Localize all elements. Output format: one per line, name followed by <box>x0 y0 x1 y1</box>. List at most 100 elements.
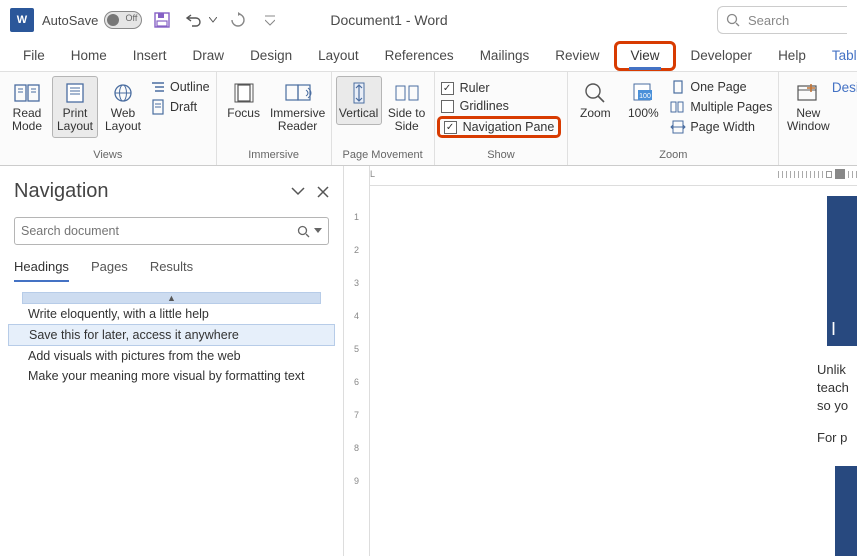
new-window-button[interactable]: New Window <box>783 76 833 138</box>
nav-heading-item[interactable]: Write eloquently, with a little help <box>8 304 335 324</box>
tab-references[interactable]: References <box>372 40 467 72</box>
toggle-knob <box>107 14 119 26</box>
focus-icon <box>230 81 258 105</box>
tab-view[interactable]: View <box>614 41 675 71</box>
ribbon-tabs: File Home Insert Draw Design Layout Refe… <box>0 40 857 72</box>
group-page-movement: Vertical Side to Side Page Movement <box>332 72 435 165</box>
undo-icon[interactable] <box>182 8 206 32</box>
nav-heading-item[interactable]: Add visuals with pictures from the web <box>8 346 335 366</box>
tab-mailings[interactable]: Mailings <box>467 40 543 72</box>
tab-insert[interactable]: Insert <box>120 40 180 72</box>
vertical-icon <box>345 81 373 105</box>
one-page-icon <box>670 79 686 95</box>
group-zoom: Zoom 100 100% One Page Multiple Pages Pa… <box>568 72 779 165</box>
tab-home[interactable]: Home <box>58 40 120 72</box>
web-layout-button[interactable]: Web Layout <box>100 76 146 138</box>
page-width-button[interactable]: Page Width <box>670 118 772 136</box>
draft-button[interactable]: Draft <box>150 98 210 116</box>
side-to-side-icon <box>393 81 421 105</box>
word-app-icon: W <box>10 8 34 32</box>
autosave-toggle[interactable]: AutoSave Off <box>42 11 142 29</box>
navigation-pane-checkbox[interactable]: ✓ Navigation Pane <box>437 116 562 138</box>
zoom-icon <box>581 81 609 105</box>
horizontal-ruler[interactable]: L <box>370 166 857 186</box>
zoom-100-button[interactable]: 100 100% <box>620 76 666 125</box>
group-window: New Window <box>779 72 837 165</box>
navigation-title: Navigation <box>14 180 109 203</box>
tab-file[interactable]: File <box>10 40 58 72</box>
indent-marker-icon[interactable] <box>826 171 832 178</box>
page-movement-group-label: Page Movement <box>336 147 430 163</box>
tab-developer[interactable]: Developer <box>678 40 766 72</box>
gridlines-checkbox[interactable]: Gridlines <box>441 98 562 114</box>
draft-icon <box>150 99 166 115</box>
new-window-icon <box>794 81 822 105</box>
outline-button[interactable]: Outline <box>150 78 210 96</box>
nav-heading-item[interactable]: Save this for later, access it anywhere <box>8 324 335 346</box>
immersive-reader-button[interactable]: Immersive Reader <box>269 76 327 138</box>
document-title: Document1 - Word <box>330 12 447 28</box>
tab-review[interactable]: Review <box>542 40 612 72</box>
group-immersive: Focus Immersive Reader Immersive <box>217 72 332 165</box>
nav-tabs: Headings Pages Results <box>14 259 329 282</box>
side-to-side-button[interactable]: Side to Side <box>384 76 430 138</box>
search-placeholder: Search <box>748 13 789 28</box>
page-width-icon <box>670 119 686 135</box>
focus-button[interactable]: Focus <box>221 76 267 125</box>
print-layout-button[interactable]: Print Layout <box>52 76 98 138</box>
margin-slider-icon[interactable] <box>835 169 845 179</box>
save-icon[interactable] <box>150 8 174 32</box>
multiple-pages-icon <box>670 99 686 115</box>
outline-icon <box>150 79 166 95</box>
tab-stop-indicator[interactable]: L <box>370 169 375 179</box>
svg-text:100: 100 <box>640 93 652 100</box>
read-mode-button[interactable]: Read Mode <box>4 76 50 138</box>
search-icon <box>726 13 740 27</box>
tab-design[interactable]: Design <box>237 40 305 72</box>
search-icon[interactable] <box>297 225 310 238</box>
nav-tab-pages[interactable]: Pages <box>91 259 128 282</box>
ruler-checkbox[interactable]: ✓ Ruler <box>441 80 562 96</box>
zoom-button[interactable]: Zoom <box>572 76 618 125</box>
web-layout-icon <box>109 81 137 105</box>
one-page-button[interactable]: One Page <box>670 78 772 96</box>
document-page[interactable]: I Unlik teach so yo For p <box>370 186 857 556</box>
group-views: Read Mode Print Layout Web Layout Outlin… <box>0 72 217 165</box>
main-area: Navigation Headings Pages Results ▲ Writ… <box>0 166 857 556</box>
chevron-down-icon[interactable] <box>291 186 305 198</box>
autosave-label: AutoSave <box>42 13 98 28</box>
tab-table-design[interactable]: Table Design <box>819 40 857 72</box>
document-area: 1 2 3 4 5 6 7 8 9 L I <box>344 166 857 556</box>
views-group-label: Views <box>4 147 212 163</box>
title-bar: W AutoSave Off Document1 - Word Search <box>0 0 857 40</box>
close-icon[interactable] <box>317 186 329 198</box>
toggle-switch[interactable]: Off <box>104 11 142 29</box>
zoom-group-label: Zoom <box>572 147 774 163</box>
vertical-ruler[interactable]: 1 2 3 4 5 6 7 8 9 <box>344 166 370 556</box>
qat-customize-icon[interactable] <box>258 8 282 32</box>
search-dropdown-icon[interactable] <box>314 228 322 234</box>
nav-tab-results[interactable]: Results <box>150 259 193 282</box>
ribbon: Read Mode Print Layout Web Layout Outlin… <box>0 72 857 166</box>
immersive-reader-icon <box>284 81 312 105</box>
repeat-icon[interactable] <box>226 8 250 32</box>
search-box[interactable]: Search <box>717 6 847 34</box>
group-show: ✓ Ruler Gridlines ✓ Navigation Pane Show <box>435 72 569 165</box>
nav-headings-list: ▲ Write eloquently, with a little help S… <box>8 292 335 386</box>
vertical-button[interactable]: Vertical <box>336 76 382 125</box>
nav-jump-top[interactable]: ▲ <box>22 292 321 304</box>
checkbox-icon: ✓ <box>441 82 454 95</box>
zoom-100-icon: 100 <box>629 81 657 105</box>
multiple-pages-button[interactable]: Multiple Pages <box>670 98 772 116</box>
nav-heading-item[interactable]: Make your meaning more visual by formatt… <box>8 366 335 386</box>
navigation-pane: Navigation Headings Pages Results ▲ Writ… <box>0 166 344 556</box>
tab-draw[interactable]: Draw <box>180 40 238 72</box>
nav-search-box[interactable] <box>14 217 329 245</box>
undo-dropdown-icon[interactable] <box>208 8 218 32</box>
tab-help[interactable]: Help <box>765 40 819 72</box>
nav-search-input[interactable] <box>21 224 293 238</box>
checkbox-icon: ✓ <box>444 121 457 134</box>
tab-layout[interactable]: Layout <box>305 40 372 72</box>
page-body-text: Unlik teach so yo For p <box>817 361 857 447</box>
nav-tab-headings[interactable]: Headings <box>14 259 69 282</box>
